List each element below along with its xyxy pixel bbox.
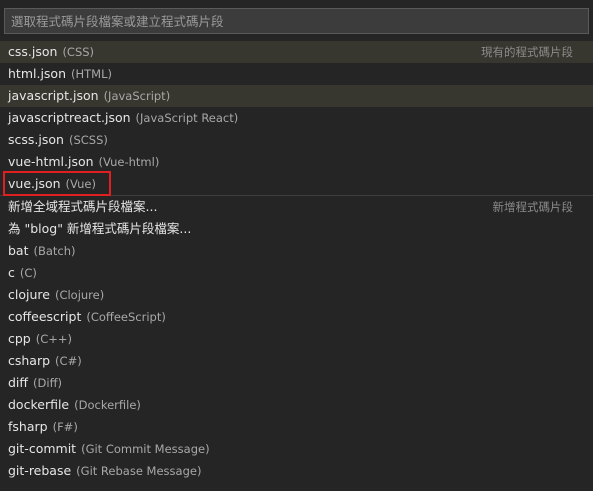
- snippet-quick-pick: css.json (CSS) 現有的程式碼片段 html.json (HTML) j…: [0, 0, 593, 491]
- item-name: fsharp: [8, 419, 48, 434]
- list-item-scss-json[interactable]: scss.json (SCSS): [0, 129, 593, 151]
- list-item-javascriptreact-json[interactable]: javascriptreact.json (JavaScript React): [0, 107, 593, 129]
- item-language: (Dockerfile): [74, 398, 141, 412]
- item-language: (Batch): [33, 244, 76, 258]
- list-item-dockerfile[interactable]: dockerfile (Dockerfile): [0, 394, 593, 416]
- item-name: clojure: [8, 287, 50, 302]
- item-language: (Vue-html): [98, 155, 160, 169]
- list-item-git-commit[interactable]: git-commit (Git Commit Message): [0, 438, 593, 460]
- group-label-new: 新增程式碼片段: [492, 200, 574, 214]
- item-language: (C++): [35, 332, 73, 346]
- item-name: dockerfile: [8, 397, 70, 412]
- list-item-clojure[interactable]: clojure (Clojure): [0, 284, 593, 306]
- list-item-vue-json[interactable]: vue.json (Vue): [0, 173, 593, 195]
- item-language: (Git Rebase Message): [76, 464, 202, 478]
- item-name: diff: [8, 375, 29, 390]
- search-input[interactable]: [5, 9, 588, 33]
- list-item-new-global-snippet[interactable]: 新增全域程式碼片段檔案... 新增程式碼片段: [0, 195, 593, 218]
- list-item-git-rebase[interactable]: git-rebase (Git Rebase Message): [0, 460, 593, 482]
- list-item-cpp[interactable]: cpp (C++): [0, 328, 593, 350]
- item-name: bat: [8, 243, 29, 258]
- item-name: vue.json: [8, 176, 61, 191]
- item-name: git-commit: [8, 441, 77, 456]
- item-language: (Clojure): [54, 288, 105, 302]
- item-language: (C#): [55, 354, 82, 368]
- item-language: (CoffeeScript): [86, 310, 166, 324]
- search-input-container[interactable]: [4, 8, 589, 34]
- item-language: (F#): [52, 420, 78, 434]
- list-item-csharp[interactable]: csharp (C#): [0, 350, 593, 372]
- item-name: css.json: [8, 44, 58, 59]
- list-item-coffeescript[interactable]: coffeescript (CoffeeScript): [0, 306, 593, 328]
- list-item-javascript-json[interactable]: javascript.json (JavaScript): [0, 85, 593, 107]
- item-language: (HTML): [71, 67, 112, 81]
- item-language: (Vue): [65, 177, 96, 191]
- item-name: scss.json: [8, 132, 64, 147]
- item-name: javascriptreact.json: [8, 110, 131, 125]
- snippet-list: css.json (CSS) 現有的程式碼片段 html.json (HTML) j…: [0, 41, 593, 482]
- group-label-existing: 現有的程式碼片段: [481, 45, 573, 59]
- item-name: git-rebase: [8, 463, 72, 478]
- item-language: (C): [19, 266, 37, 280]
- list-item-c[interactable]: c (C): [0, 262, 593, 284]
- item-name: javascript.json: [8, 88, 99, 103]
- item-language: (Git Commit Message): [81, 442, 210, 456]
- item-name: 新增全域程式碼片段檔案...: [8, 199, 158, 214]
- item-language: (SCSS): [68, 133, 108, 147]
- item-name: cpp: [8, 331, 31, 346]
- item-name: c: [8, 265, 15, 280]
- list-item-fsharp[interactable]: fsharp (F#): [0, 416, 593, 438]
- item-language: (JavaScript React): [135, 111, 239, 125]
- list-item-diff[interactable]: diff (Diff): [0, 372, 593, 394]
- item-language: (CSS): [62, 45, 95, 59]
- item-name: csharp: [8, 353, 51, 368]
- list-item-new-project-snippet[interactable]: 為 "blog" 新增程式碼片段檔案...: [0, 218, 593, 240]
- list-item-css-json[interactable]: css.json (CSS) 現有的程式碼片段: [0, 41, 593, 63]
- item-name: 為 "blog" 新增程式碼片段檔案...: [8, 221, 192, 236]
- item-name: html.json: [8, 66, 67, 81]
- item-name: coffeescript: [8, 309, 82, 324]
- item-name: vue-html.json: [8, 154, 94, 169]
- list-item-html-json[interactable]: html.json (HTML): [0, 63, 593, 85]
- list-item-bat[interactable]: bat (Batch): [0, 240, 593, 262]
- list-item-vue-html-json[interactable]: vue-html.json (Vue-html): [0, 151, 593, 173]
- item-language: (Diff): [33, 376, 62, 390]
- item-language: (JavaScript): [103, 89, 171, 103]
